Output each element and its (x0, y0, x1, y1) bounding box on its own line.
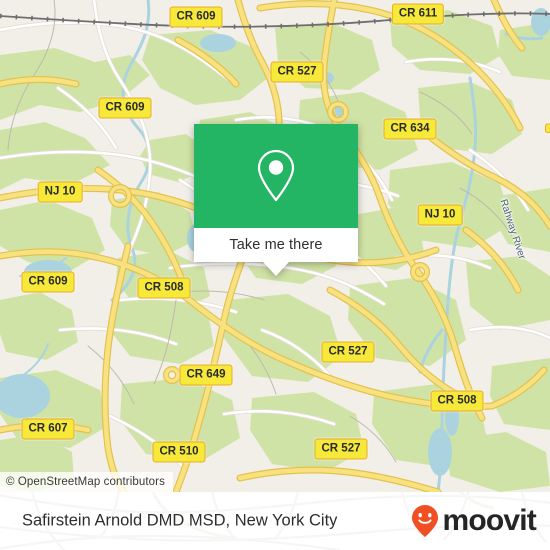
road-shield: CR 609 (21, 271, 75, 293)
road-shield: CR 527 (321, 341, 375, 363)
road-shield: CR 649 (179, 364, 233, 386)
road-shield: CR 527 (270, 61, 324, 83)
moovit-logo[interactable]: moovit (410, 504, 537, 538)
road-shield: CR 609 (169, 6, 223, 28)
road-shield: CR 634 (383, 118, 437, 140)
map-screenshot: CR 609 CR 611 CR 527 CR 609 CR 634 NJ 10… (0, 0, 550, 550)
map-popup-card[interactable]: Take me there (194, 124, 358, 276)
road-shield: CR 527 (314, 438, 368, 460)
road-shield: CR 607 (21, 418, 75, 440)
road-shield: CR 510 (152, 441, 206, 463)
map-pin-icon (257, 149, 295, 202)
moovit-wordmark: moovit (442, 504, 536, 537)
road-shield: CR 508 (430, 390, 484, 412)
popup-pointer-tip (263, 262, 289, 276)
road-shield: CR 609 (98, 97, 152, 119)
road-shield: NJ 10 (37, 181, 83, 203)
moovit-pin-smiley-icon (412, 505, 439, 537)
road-shield: NJ 10 (417, 204, 463, 226)
road-shield: CR 611 (391, 3, 445, 25)
take-me-there-button[interactable]: Take me there (194, 228, 358, 262)
footer-bar: Safirstein Arnold DMD MSD, New York City… (0, 492, 550, 550)
road-shield-clipped (545, 123, 550, 133)
popup-header (194, 124, 358, 228)
road-shield: CR 508 (137, 277, 191, 299)
osm-attribution[interactable]: © OpenStreetMap contributors (0, 472, 173, 492)
place-title: Safirstein Arnold DMD MSD, New York City (22, 511, 338, 530)
